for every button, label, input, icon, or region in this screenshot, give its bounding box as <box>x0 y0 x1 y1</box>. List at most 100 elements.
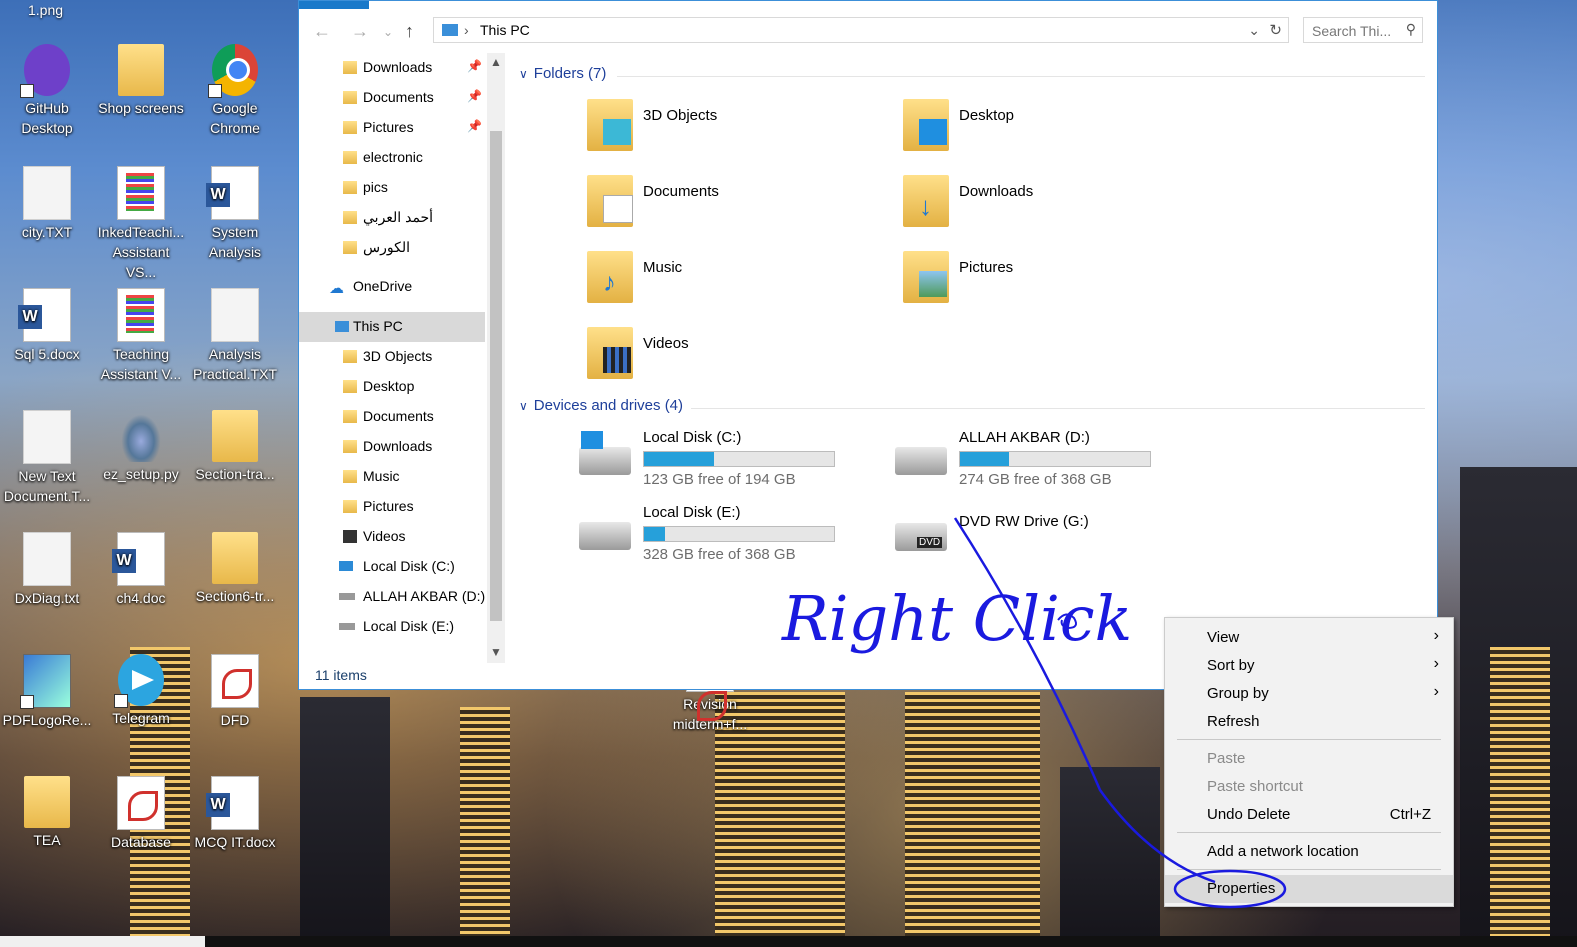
folder-icon <box>212 410 258 462</box>
text-file-icon <box>211 288 259 342</box>
desktop-icon-section6[interactable]: Section6-tr... <box>190 532 280 606</box>
menu-item-properties[interactable]: Properties <box>1165 875 1453 903</box>
menu-item-group-by[interactable]: Group by › <box>1165 680 1453 708</box>
folder-icon <box>343 151 357 164</box>
this-pc-icon <box>442 24 458 36</box>
folder-pictures[interactable]: Pictures <box>903 251 1203 317</box>
drive-icon <box>895 447 947 475</box>
drive-local-disk-e[interactable]: Local Disk (E:) 328 GB free of 368 GB <box>579 504 879 570</box>
nav-item-this-pc[interactable]: This PC <box>299 312 485 342</box>
search-input[interactable]: Search Thi... ⚲ <box>1303 17 1423 43</box>
address-text[interactable]: This PC <box>480 22 530 38</box>
text-file-icon <box>23 410 71 464</box>
drive-icon <box>579 522 631 550</box>
nav-item-quick-pictures[interactable]: Pictures 📌 <box>299 113 485 143</box>
recent-locations-chevron-icon[interactable]: ⌄ <box>383 25 393 39</box>
folder-downloads[interactable]: ↓ Downloads <box>903 175 1203 241</box>
up-arrow-icon[interactable]: ↑ <box>405 21 414 42</box>
nav-item-videos[interactable]: Videos <box>299 522 485 552</box>
desktop-icon-github[interactable]: GitHub Desktop <box>2 44 92 138</box>
drive-local-disk-c[interactable]: Local Disk (C:) 123 GB free of 194 GB <box>579 429 879 495</box>
address-dropdown-icon[interactable]: ⌄ <box>1248 22 1260 39</box>
menu-item-view[interactable]: View › <box>1165 624 1453 652</box>
nav-item-onedrive[interactable]: ☁ OneDrive <box>299 272 485 302</box>
shortcut-text: Ctrl+Z <box>1389 806 1431 823</box>
file-explorer-window[interactable]: ← → ⌄ ↑ › This PC ⌄ ↻ Search Thi... ⚲ Do… <box>298 0 1438 690</box>
videos-folder-icon <box>343 530 357 543</box>
folder-videos[interactable]: Videos <box>587 327 887 393</box>
search-placeholder: Search Thi... <box>1312 23 1392 39</box>
menu-item-add-network-location[interactable]: Add a network location <box>1165 838 1453 866</box>
nav-item-music[interactable]: Music <box>299 462 485 492</box>
nav-item-local-disk-e[interactable]: Local Disk (E:) <box>299 612 485 642</box>
chevron-right-icon: › <box>1433 655 1439 672</box>
nav-item-quick-downloads[interactable]: Downloads 📌 <box>299 53 485 83</box>
desktop-icon-system-analysis[interactable]: System Analysis <box>190 166 280 262</box>
menu-item-undo-delete[interactable]: Undo Delete Ctrl+Z <box>1165 801 1453 829</box>
menu-item-sort-by[interactable]: Sort by › <box>1165 652 1453 680</box>
drive-allah-akbar-d[interactable]: ALLAH AKBAR (D:) 274 GB free of 368 GB <box>895 429 1195 495</box>
context-menu[interactable]: View › Sort by › Group by › Refresh Paste P… <box>1164 617 1454 907</box>
nav-item-3d-objects[interactable]: 3D Objects <box>299 342 485 372</box>
desktop-icon-pdflogo[interactable]: PDFLogoRe... <box>2 654 92 730</box>
ribbon-file-tab[interactable] <box>299 1 369 9</box>
folders-group-header[interactable]: ∨ Folders (7) <box>519 65 606 82</box>
drive-usage-bar <box>959 451 1151 467</box>
menu-item-refresh[interactable]: Refresh <box>1165 708 1453 736</box>
word-doc-icon <box>112 532 165 586</box>
desktop-icon-dfd[interactable]: DFD <box>190 654 280 730</box>
folder-3d-objects[interactable]: 3D Objects <box>587 99 887 165</box>
desktop-icon-mcq-it[interactable]: MCQ IT.docx <box>190 776 280 852</box>
refresh-icon[interactable]: ↻ <box>1269 21 1282 39</box>
folder-documents[interactable]: Documents <box>587 175 887 241</box>
folder-icon <box>343 241 357 254</box>
desktop-icon-shop-screens[interactable]: Shop screens <box>96 44 186 118</box>
drive-usage-bar <box>643 526 835 542</box>
nav-item-downloads[interactable]: Downloads <box>299 432 485 462</box>
desktop-icon-ez-setup[interactable]: ez_setup.py <box>96 410 186 484</box>
drive-usage-fill <box>644 452 715 466</box>
title-bar[interactable] <box>299 1 1437 9</box>
nav-item-arabic-course[interactable]: الكورس <box>299 233 485 263</box>
desktop-icon-section-tra[interactable]: Section-tra... <box>190 410 280 484</box>
nav-item-local-disk-c[interactable]: Local Disk (C:) <box>299 552 485 582</box>
scroll-up-icon[interactable]: ▲ <box>490 55 502 69</box>
desktop-icon-chrome[interactable]: Google Chrome <box>190 44 280 138</box>
desktop-icon-dxdiag[interactable]: DxDiag.txt <box>2 532 92 608</box>
desktop-icon-telegram[interactable]: Telegram <box>96 654 186 728</box>
navigation-pane[interactable]: Downloads 📌 Documents 📌 Pictures 📌 electron… <box>299 53 507 663</box>
scrollbar-thumb[interactable] <box>490 131 502 621</box>
folder-desktop[interactable]: Desktop <box>903 99 1203 165</box>
nav-item-quick-documents[interactable]: Documents 📌 <box>299 83 485 113</box>
search-icon: ⚲ <box>1405 21 1416 37</box>
desktop-icon-ch4[interactable]: ch4.doc <box>96 532 186 608</box>
nav-item-arabic-name[interactable]: أحمد العربي <box>299 203 485 233</box>
nav-item-pictures[interactable]: Pictures <box>299 492 485 522</box>
back-arrow-icon[interactable]: ← <box>313 21 331 42</box>
devices-group-header[interactable]: ∨ Devices and drives (4) <box>519 397 683 414</box>
menu-item-paste[interactable]: Paste <box>1165 745 1453 773</box>
desktop-icon-new-text-document[interactable]: New Text Document.T... <box>2 410 92 506</box>
desktop-icon-inked-teaching[interactable]: InkedTeachi... Assistant VS... <box>96 166 186 282</box>
drive-dvd-rw-g[interactable]: DVD DVD RW Drive (G:) <box>895 513 1195 579</box>
navigation-pane-scrollbar[interactable]: ▲ ▼ <box>487 53 505 663</box>
desktop-icon-teaching-assistant[interactable]: Teaching Assistant V... <box>96 288 186 384</box>
desktop-icon-analysis-practical[interactable]: Analysis Practical.TXT <box>190 288 280 384</box>
documents-folder-icon <box>587 175 633 227</box>
nav-item-electronic[interactable]: electronic <box>299 143 485 173</box>
address-bar[interactable]: › This PC ⌄ ↻ <box>433 17 1289 43</box>
nav-item-allah-akbar-d[interactable]: ALLAH AKBAR (D:) <box>299 582 485 612</box>
scroll-down-icon[interactable]: ▼ <box>490 645 502 659</box>
nav-item-desktop[interactable]: Desktop <box>299 372 485 402</box>
nav-item-pics[interactable]: pics <box>299 173 485 203</box>
desktop-icon-city-txt[interactable]: city.TXT <box>2 166 92 242</box>
desktop-icon-database[interactable]: Database <box>96 776 186 852</box>
folder-music[interactable]: ♪ Music <box>587 251 887 317</box>
desktop-icon-sql5[interactable]: Sql 5.docx <box>2 288 92 364</box>
menu-item-paste-shortcut[interactable]: Paste shortcut <box>1165 773 1453 801</box>
forward-arrow-icon[interactable]: → <box>351 21 369 42</box>
drive-icon <box>339 593 355 600</box>
desktop-icon-tea[interactable]: TEA <box>2 776 92 850</box>
nav-item-documents[interactable]: Documents <box>299 402 485 432</box>
breadcrumb-chevron-icon[interactable]: › <box>464 22 469 38</box>
